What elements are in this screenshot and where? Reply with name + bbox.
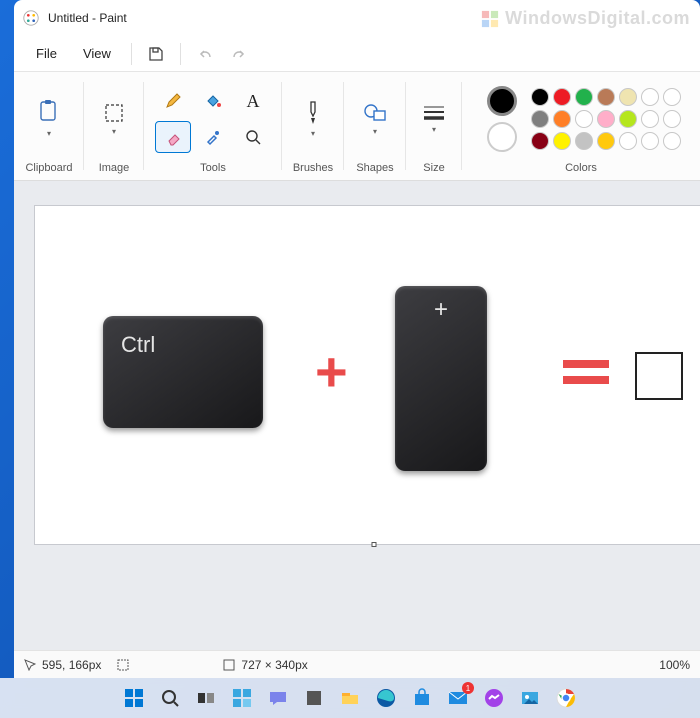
color-swatch[interactable] <box>575 132 593 150</box>
color-swatch[interactable] <box>575 110 593 128</box>
titlebar: Untitled - Paint WindowsDigital.com <box>14 0 700 36</box>
color-swatch[interactable] <box>531 110 549 128</box>
undo-button[interactable] <box>189 40 221 68</box>
menu-view[interactable]: View <box>71 40 123 67</box>
color-swatch[interactable] <box>597 110 615 128</box>
drawn-square <box>635 352 683 400</box>
group-image: ▾ Image <box>84 72 144 180</box>
file-explorer-button[interactable] <box>336 684 364 712</box>
group-colors: Colors <box>462 72 700 180</box>
app-icon <box>22 9 40 27</box>
chevron-down-icon: ▾ <box>112 127 116 136</box>
canvas-dimensions: 727 × 340px <box>223 658 307 672</box>
taskview-button[interactable] <box>192 684 220 712</box>
cursor-position: 595, 166px <box>24 658 101 672</box>
save-button[interactable] <box>140 40 172 68</box>
brushes-button[interactable]: ▾ <box>287 87 339 151</box>
search-button[interactable] <box>156 684 184 712</box>
group-tools: A Tools <box>144 72 282 180</box>
magnifier-tool[interactable] <box>235 121 271 153</box>
redo-button[interactable] <box>223 40 255 68</box>
color-swatch[interactable] <box>663 132 681 150</box>
color-swatch[interactable] <box>641 132 659 150</box>
menubar: File View <box>14 36 700 72</box>
drawn-equals-symbol <box>563 360 609 384</box>
drawn-plus-key: + <box>395 286 487 471</box>
color-swatch[interactable] <box>641 110 659 128</box>
color2-swatch[interactable] <box>487 122 517 152</box>
color-swatch[interactable] <box>531 88 549 106</box>
color-swatch[interactable] <box>531 132 549 150</box>
select-button[interactable]: ▾ <box>88 87 140 151</box>
chat-button[interactable] <box>264 684 292 712</box>
color-swatch[interactable] <box>553 132 571 150</box>
separator <box>131 43 132 65</box>
menu-file[interactable]: File <box>24 40 69 67</box>
shapes-button[interactable]: ▾ <box>349 87 401 151</box>
group-clipboard: ▾ Clipboard <box>14 72 84 180</box>
paste-button[interactable]: ▾ <box>23 87 75 151</box>
canvas-handle-bottom[interactable] <box>372 542 377 547</box>
taskbar: 1 <box>0 678 700 718</box>
zoom-level: 100% <box>659 658 690 672</box>
mail-button[interactable]: 1 <box>444 684 472 712</box>
group-brushes: ▾ Brushes <box>282 72 344 180</box>
start-button[interactable] <box>120 684 148 712</box>
chevron-down-icon: ▾ <box>47 129 51 138</box>
color-swatch[interactable] <box>553 110 571 128</box>
messenger-button[interactable] <box>480 684 508 712</box>
group-size: ▾ Size <box>406 72 462 180</box>
chrome-button[interactable] <box>552 684 580 712</box>
color-swatch[interactable] <box>597 132 615 150</box>
color-swatch[interactable] <box>663 110 681 128</box>
eraser-tool[interactable] <box>155 121 191 153</box>
color-swatch[interactable] <box>663 88 681 106</box>
size-button[interactable]: ▾ <box>408 87 460 151</box>
color-swatch[interactable] <box>641 88 659 106</box>
photos-button[interactable] <box>516 684 544 712</box>
canvas-area: Ctrl + + <box>14 181 700 650</box>
text-tool[interactable]: A <box>235 85 271 117</box>
ribbon: ▾ Clipboard ▾ Image A <box>14 72 700 181</box>
chevron-down-icon: ▾ <box>311 129 315 138</box>
color-swatch[interactable] <box>619 88 637 106</box>
selection-size <box>117 659 207 671</box>
chevron-down-icon: ▾ <box>373 127 377 136</box>
pencil-tool[interactable] <box>155 85 191 117</box>
watermark: WindowsDigital.com <box>481 8 690 29</box>
paint-window: Untitled - Paint WindowsDigital.com File… <box>14 0 700 678</box>
color-swatch[interactable] <box>619 132 637 150</box>
widgets-button[interactable] <box>228 684 256 712</box>
canvas[interactable]: Ctrl + + <box>34 205 700 545</box>
color1-swatch[interactable] <box>487 86 517 116</box>
store-button[interactable] <box>408 684 436 712</box>
separator <box>180 43 181 65</box>
drawn-ctrl-key: Ctrl <box>103 316 263 428</box>
taskbar-app-generic[interactable] <box>300 684 328 712</box>
color-swatch[interactable] <box>575 88 593 106</box>
window-title: Untitled - Paint <box>48 11 127 25</box>
color-picker-tool[interactable] <box>195 121 231 153</box>
fill-tool[interactable] <box>195 85 231 117</box>
color-swatch[interactable] <box>619 110 637 128</box>
group-shapes: ▾ Shapes <box>344 72 406 180</box>
drawn-plus-symbol: + <box>315 344 348 400</box>
color-swatch[interactable] <box>597 88 615 106</box>
statusbar: 595, 166px 727 × 340px 100% <box>14 650 700 678</box>
chevron-down-icon: ▾ <box>432 125 436 134</box>
color-swatch[interactable] <box>553 88 571 106</box>
edge-button[interactable] <box>372 684 400 712</box>
